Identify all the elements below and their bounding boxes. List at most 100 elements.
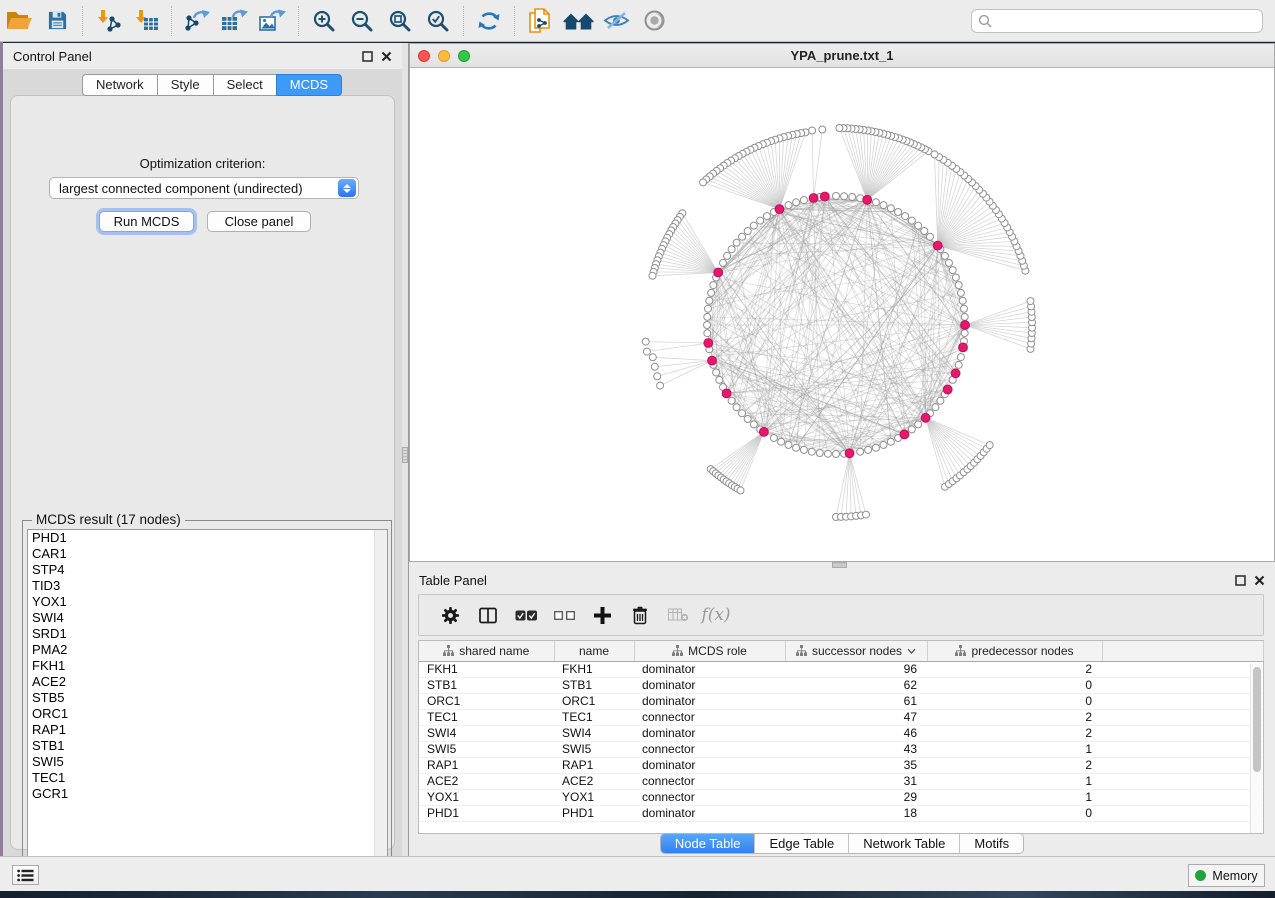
table-cell[interactable]: SWI5	[419, 741, 554, 757]
table-row[interactable]: YOX1YOX1connector291	[419, 789, 1263, 805]
mcds-result-item[interactable]: SWI5	[28, 754, 387, 770]
network-node[interactable]	[824, 450, 831, 457]
table-cell[interactable]: dominator	[634, 725, 785, 741]
network-node[interactable]	[800, 197, 807, 204]
table-cell[interactable]: 18	[785, 805, 927, 821]
table-cell[interactable]: SWI4	[554, 725, 634, 741]
network-node[interactable]	[763, 213, 770, 220]
zoom-selected-button[interactable]	[419, 3, 457, 39]
mcds-hub-node[interactable]	[943, 385, 952, 394]
network-node[interactable]	[986, 442, 993, 449]
table-cell[interactable]: 46	[785, 725, 927, 741]
tab-network[interactable]: Network	[82, 74, 157, 96]
network-node[interactable]	[841, 193, 848, 200]
mcds-hub-node[interactable]	[921, 413, 930, 422]
table-cell[interactable]: YOX1	[419, 789, 554, 805]
table-cell[interactable]: FKH1	[554, 661, 634, 677]
vertical-splitter-handle[interactable]	[402, 447, 408, 463]
network-node[interactable]	[716, 376, 723, 383]
mcds-result-item[interactable]: STB5	[28, 690, 387, 706]
network-node[interactable]	[927, 233, 934, 240]
network-node[interactable]	[833, 193, 840, 200]
network-node[interactable]	[642, 338, 649, 345]
import-table-button[interactable]	[127, 3, 165, 39]
open-file-button[interactable]	[0, 3, 38, 39]
close-panel-icon[interactable]	[381, 51, 392, 62]
network-node[interactable]	[757, 217, 764, 224]
network-node[interactable]	[710, 282, 717, 289]
table-cell[interactable]: RAP1	[419, 757, 554, 773]
table-settings-button[interactable]	[431, 597, 469, 633]
mcds-hub-node[interactable]	[820, 192, 829, 201]
mcds-result-list[interactable]: PHD1CAR1STP4TID3YOX1SWI4SRD1PMA2FKH1ACE2…	[27, 529, 388, 883]
network-node[interactable]	[739, 410, 746, 417]
mcds-result-item[interactable]: STB1	[28, 738, 387, 754]
table-cell[interactable]: STB1	[419, 677, 554, 693]
table-cell[interactable]: 29	[785, 789, 927, 805]
deselect-all-button[interactable]	[545, 597, 583, 633]
network-node[interactable]	[957, 354, 964, 361]
mcds-result-item[interactable]: TID3	[28, 578, 387, 594]
mcds-hub-node[interactable]	[845, 449, 854, 458]
network-node[interactable]	[700, 179, 707, 186]
mcds-hub-node[interactable]	[863, 195, 872, 204]
network-node[interactable]	[833, 451, 840, 458]
mcds-hub-node[interactable]	[722, 389, 731, 398]
table-cell[interactable]: 2	[927, 709, 1102, 725]
network-node[interactable]	[651, 363, 658, 370]
network-node[interactable]	[949, 267, 956, 274]
network-node[interactable]	[720, 259, 727, 266]
task-history-button[interactable]	[12, 865, 39, 885]
table-cell[interactable]: ORC1	[419, 693, 554, 709]
tab-network-table[interactable]: Network Table	[849, 834, 960, 853]
network-node[interactable]	[733, 239, 740, 246]
select-all-button[interactable]	[507, 597, 545, 633]
network-node[interactable]	[902, 213, 909, 220]
network-node[interactable]	[728, 246, 735, 253]
table-row[interactable]: SWI5SWI5connector431	[419, 741, 1263, 757]
network-node[interactable]	[770, 435, 777, 442]
mcds-hub-node[interactable]	[809, 194, 818, 203]
table-cell[interactable]: connector	[634, 773, 785, 789]
mcds-hub-node[interactable]	[760, 428, 769, 437]
mcds-hub-node[interactable]	[961, 321, 970, 330]
network-node[interactable]	[785, 202, 792, 209]
column-header-MCDS-role[interactable]: MCDS role	[634, 641, 785, 661]
network-node[interactable]	[908, 217, 915, 224]
mcds-hub-node[interactable]	[708, 356, 717, 365]
table-cell[interactable]: TEC1	[419, 709, 554, 725]
export-network-button[interactable]	[178, 3, 216, 39]
network-node[interactable]	[961, 330, 968, 337]
network-node[interactable]	[959, 297, 966, 304]
mcds-result-item[interactable]: SRD1	[28, 626, 387, 642]
share-document-button[interactable]	[521, 3, 559, 39]
mcds-hub-node[interactable]	[933, 241, 942, 250]
mcds-result-item[interactable]: STP4	[28, 562, 387, 578]
network-node[interactable]	[836, 125, 843, 132]
network-node[interactable]	[713, 369, 720, 376]
vertical-splitter[interactable]	[402, 43, 409, 856]
mcds-result-item[interactable]: PMA2	[28, 642, 387, 658]
mcds-hub-node[interactable]	[704, 339, 713, 348]
delete-column-button[interactable]	[621, 597, 659, 633]
table-cell[interactable]: SWI5	[554, 741, 634, 757]
table-row[interactable]: TEC1TEC1connector472	[419, 709, 1263, 725]
network-node[interactable]	[808, 448, 815, 455]
mcds-hub-node[interactable]	[775, 205, 784, 214]
float-panel-icon[interactable]	[362, 51, 373, 62]
network-node[interactable]	[733, 404, 740, 411]
network-node[interactable]	[961, 313, 968, 320]
network-node[interactable]	[816, 450, 823, 457]
table-cell[interactable]: PHD1	[554, 805, 634, 821]
mcds-list-scrollbar[interactable]	[374, 530, 387, 882]
network-node[interactable]	[649, 354, 656, 361]
mcds-result-item[interactable]: GCR1	[28, 786, 387, 802]
close-panel-button[interactable]: Close panel	[207, 211, 311, 232]
network-node[interactable]	[819, 126, 826, 133]
table-cell[interactable]: PHD1	[419, 805, 554, 821]
network-node[interactable]	[895, 209, 902, 216]
table-cell[interactable]: dominator	[634, 693, 785, 709]
table-row[interactable]: FKH1FKH1dominator962	[419, 661, 1263, 677]
mcds-result-item[interactable]: TEC1	[28, 770, 387, 786]
table-cell[interactable]: dominator	[634, 677, 785, 693]
